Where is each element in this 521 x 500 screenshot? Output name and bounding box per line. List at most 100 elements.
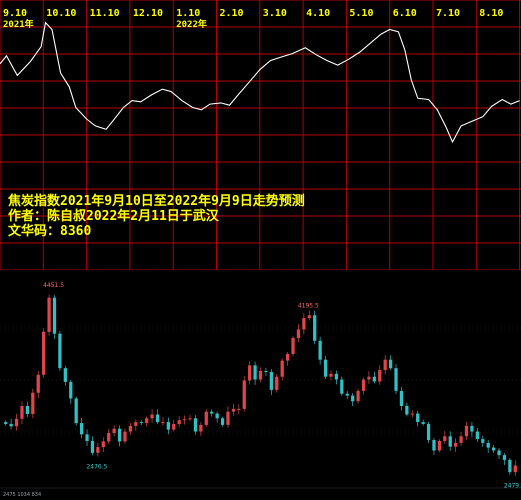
extreme-label: 2479.0 (504, 483, 521, 490)
candle-body (475, 431, 479, 440)
candle-body (323, 359, 328, 377)
candle-body (4, 422, 8, 424)
candle-body (486, 442, 490, 448)
candle-body (226, 411, 230, 425)
extreme-label: 4451.5 (43, 282, 64, 289)
candle-body (42, 331, 46, 375)
candle-body (459, 436, 463, 443)
candle-body (410, 413, 414, 415)
candle-body (340, 379, 344, 394)
candle-body (372, 376, 376, 382)
candle-body (345, 393, 349, 396)
candle-body (491, 447, 496, 451)
candle-body (47, 297, 51, 332)
candle-body (90, 440, 95, 453)
candle-body (172, 423, 176, 430)
forecast-title: 焦炭指数2021年9月10日至2022年9月9日走势预测 (7, 193, 305, 209)
candle-body (448, 436, 452, 447)
candle-body (248, 365, 252, 381)
candle-body (20, 406, 24, 419)
candle-body (464, 425, 469, 437)
candle-body (177, 420, 181, 424)
candle-body (280, 360, 284, 377)
candle-body (155, 414, 160, 423)
forecast-chart: 9.10 10.10 11.10 12.10 1.10 2.10 3.10 4.10 5.10 6… (0, 0, 521, 270)
candle-body (210, 411, 214, 414)
candle-body (150, 414, 154, 419)
candle-body (313, 315, 317, 341)
candle-body (31, 392, 35, 415)
candle-body (421, 422, 425, 424)
candle-body (134, 422, 138, 426)
month-label: 6.10 (393, 8, 417, 19)
status-bar-text: 2475 1034 834 (3, 492, 41, 498)
month-label: 4.10 (306, 8, 330, 19)
candle-body (112, 428, 116, 433)
candle-body (237, 408, 241, 410)
candle-body (318, 340, 322, 360)
candle-body (231, 408, 236, 412)
candle-body (399, 390, 404, 406)
candle-body (193, 418, 198, 432)
candle-body (264, 371, 268, 373)
candle-body (367, 376, 371, 380)
forecast-chart-panel: 9.10 10.10 11.10 12.10 1.10 2.10 3.10 4.10 5.10 6… (0, 0, 521, 270)
candle-body (9, 423, 13, 427)
candle-body (285, 354, 290, 361)
candle-body (145, 418, 149, 424)
candle-body (63, 368, 67, 382)
candle-body (36, 374, 40, 393)
candle-body (426, 423, 431, 441)
candle-body (128, 425, 133, 432)
candle-body (69, 381, 73, 399)
candle-body (25, 406, 30, 415)
candle-body (307, 315, 311, 319)
month-label: 11.10 (90, 8, 120, 19)
candle-body (253, 365, 257, 380)
candle-body (204, 411, 208, 425)
candlestick-annotations: 4451.5 4195.5 2476.5 2479.0 (43, 282, 521, 489)
candle-body (437, 440, 442, 451)
candle-body (199, 424, 203, 432)
month-label: 5.10 (349, 8, 373, 19)
forecast-code-line: 文华码：8360 (8, 223, 91, 239)
month-label: 1.10 (176, 8, 200, 19)
candle-body (432, 440, 436, 451)
candlestick-chart: 4451.5 4195.5 2476.5 2479.0 2475 1034 834 (0, 282, 521, 498)
candle-body (275, 376, 279, 390)
candle-body (166, 422, 170, 430)
month-label: 8.10 (479, 8, 503, 19)
candle-body (394, 368, 398, 391)
candle-body (85, 434, 89, 441)
candlestick-chart-panel: 4451.5 4195.5 2476.5 2479.0 2475 1034 834 (0, 270, 521, 500)
candle-body (14, 418, 19, 427)
candle-body (242, 380, 246, 409)
candle-body (356, 390, 360, 402)
candle-body (139, 422, 143, 424)
candle-body (361, 379, 366, 391)
year-label: 2022年 (176, 18, 207, 30)
candle-body (302, 318, 306, 330)
candle-body (497, 450, 501, 456)
candle-body (378, 370, 382, 382)
candle-body (107, 432, 111, 442)
candle-body (454, 442, 458, 447)
candle-body (52, 297, 57, 334)
candle-body (117, 428, 122, 442)
candle-body (334, 373, 339, 380)
extreme-label: 4195.5 (298, 303, 319, 310)
candle-body (188, 418, 192, 420)
candle-body (58, 333, 62, 369)
candle-body (416, 413, 420, 423)
candle-body (443, 436, 447, 441)
extreme-label: 2476.5 (86, 463, 107, 470)
candle-body (405, 406, 409, 415)
month-label: 7.10 (436, 8, 460, 19)
candlestick-series (4, 294, 517, 476)
candle-body (96, 447, 100, 453)
candle-body (329, 373, 333, 377)
candle-body (79, 423, 84, 435)
candle-body (481, 439, 485, 443)
candle-body (508, 459, 512, 473)
candle-body (182, 419, 187, 421)
